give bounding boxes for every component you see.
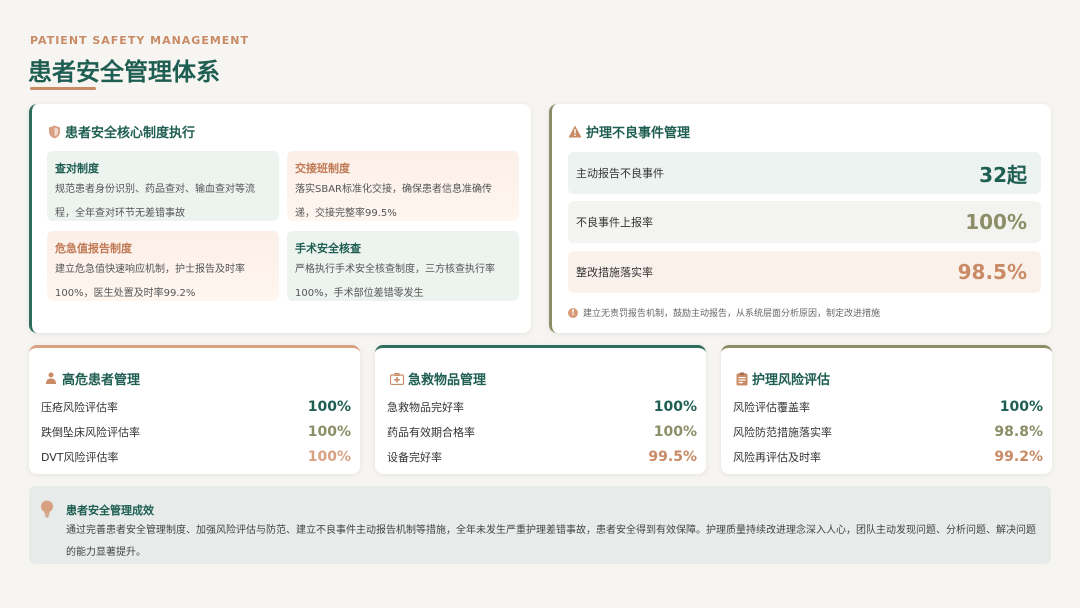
system-item-name: 危急值报告制度 (55, 242, 132, 255)
stat-value: 32起 (979, 162, 1027, 187)
metric-row: 风险再评估及时率 99.2% (733, 449, 1043, 465)
stat-row-rectification-rate: 整改措施落实率 98.5% (568, 251, 1041, 293)
system-item-surgical-check: 手术安全核查 严格执行手术安全核查制度，三方核查执行率100%，手术部位差错零发… (287, 231, 519, 301)
high-risk-title: 高危患者管理 (62, 373, 141, 388)
page-title: 患者安全管理体系 (28, 58, 220, 86)
risk-evaluation-title: 护理风险评估 (752, 373, 831, 388)
metric-value: 100% (653, 424, 697, 440)
stat-label: 主动报告不良事件 (576, 167, 664, 180)
metric-row: 风险防范措施落实率 98.8% (733, 424, 1043, 440)
system-item-handover: 交接班制度 落实SBAR标准化交接，确保患者信息准确传递，交接完整率99.5% (287, 151, 519, 221)
patient-icon (44, 372, 58, 385)
metric-row: 急救物品完好率 100% (387, 399, 697, 415)
metric-value: 100% (653, 399, 697, 415)
warning-icon (568, 125, 582, 138)
core-systems-title: 患者安全核心制度执行 (65, 126, 196, 141)
medkit-icon (390, 372, 404, 385)
metric-value: 99.2% (994, 449, 1043, 465)
high-risk-header: 高危患者管理 (44, 369, 140, 388)
summary-panel: 患者安全管理成效 通过完善患者安全管理制度、加强风险评估与防范、建立不良事件主动… (29, 486, 1051, 564)
summary-title: 患者安全管理成效 (66, 504, 154, 517)
metric-value: 99.5% (648, 449, 697, 465)
info-icon: ! (568, 307, 578, 318)
metric-label: 压疮风险评估率 (41, 401, 118, 414)
title-underline (30, 87, 96, 90)
adverse-events-title: 护理不良事件管理 (586, 126, 691, 141)
system-item-name: 查对制度 (55, 162, 99, 175)
system-item-desc: 落实SBAR标准化交接，确保患者信息准确传递，交接完整率99.5% (295, 184, 492, 219)
emergency-supplies-header: 急救物品管理 (390, 369, 486, 388)
stat-value: 98.5% (957, 260, 1027, 284)
metric-label: 药品有效期合格率 (387, 426, 475, 439)
metric-label: 风险再评估及时率 (733, 451, 821, 464)
core-systems-header: 患者安全核心制度执行 (48, 122, 195, 141)
system-item-desc: 规范患者身份识别、药品查对、输血查对等流程，全年查对环节无差错事故 (55, 184, 255, 219)
stat-label: 整改措施落实率 (576, 266, 653, 279)
metric-label: 设备完好率 (387, 451, 442, 464)
system-item-name: 交接班制度 (295, 162, 350, 175)
shield-icon (48, 125, 61, 139)
system-item-name: 手术安全核查 (295, 242, 361, 255)
metric-label: 跌倒坠床风险评估率 (41, 426, 140, 439)
metric-row: 压疮风险评估率 100% (41, 399, 351, 415)
stat-row-reported: 主动报告不良事件 32起 (568, 152, 1041, 194)
system-item-desc: 建立危急值快速响应机制，护士报告及时率100%，医生处置及时率99.2% (55, 264, 245, 299)
emergency-supplies-title: 急救物品管理 (408, 373, 487, 388)
system-item-critical-value: 危急值报告制度 建立危急值快速响应机制，护士报告及时率100%，医生处置及时率9… (47, 231, 279, 301)
stat-label: 不良事件上报率 (576, 216, 653, 229)
metric-value: 100% (307, 424, 351, 440)
metric-row: DVT风险评估率 100% (41, 449, 351, 465)
metric-value: 100% (999, 399, 1043, 415)
adverse-note: ! 建立无责罚报告机制，鼓励主动报告，从系统层面分析原因，制定改进措施 (568, 306, 880, 319)
metric-row: 药品有效期合格率 100% (387, 424, 697, 440)
adverse-events-header: 护理不良事件管理 (568, 122, 690, 141)
metric-label: DVT风险评估率 (41, 451, 119, 464)
stat-row-report-rate: 不良事件上报率 100% (568, 201, 1041, 243)
metric-value: 100% (307, 449, 351, 465)
stat-value: 100% (965, 210, 1027, 234)
metric-row: 风险评估覆盖率 100% (733, 399, 1043, 415)
metric-label: 风险评估覆盖率 (733, 401, 810, 414)
core-systems-card: 患者安全核心制度执行 查对制度 规范患者身份识别、药品查对、输血查对等流程，全年… (29, 104, 531, 333)
system-item-desc: 严格执行手术安全核查制度，三方核查执行率100%，手术部位差错零发生 (295, 264, 495, 299)
metric-row: 跌倒坠床风险评估率 100% (41, 424, 351, 440)
metric-value: 98.8% (994, 424, 1043, 440)
summary-text: 通过完善患者安全管理制度、加强风险评估与防范、建立不良事件主动报告机制等措施，全… (66, 525, 1036, 558)
adverse-events-card: 护理不良事件管理 主动报告不良事件 32起 不良事件上报率 100% 整改措施落… (549, 104, 1051, 333)
emergency-supplies-card: 急救物品管理 急救物品完好率 100% 药品有效期合格率 100% 设备完好率 … (375, 345, 706, 474)
risk-evaluation-card: 护理风险评估 风险评估覆盖率 100% 风险防范措施落实率 98.8% 风险再评… (721, 345, 1052, 474)
clipboard-icon (736, 372, 748, 386)
metric-label: 急救物品完好率 (387, 401, 464, 414)
metric-label: 风险防范措施落实率 (733, 426, 832, 439)
metric-value: 100% (307, 399, 351, 415)
high-risk-card: 高危患者管理 压疮风险评估率 100% 跌倒坠床风险评估率 100% DVT风险… (29, 345, 360, 474)
metric-row: 设备完好率 99.5% (387, 449, 697, 465)
lightbulb-icon (40, 500, 54, 518)
risk-evaluation-header: 护理风险评估 (736, 369, 830, 388)
page-eyebrow: PATIENT SAFETY MANAGEMENT (30, 34, 250, 47)
adverse-note-text: 建立无责罚报告机制，鼓励主动报告，从系统层面分析原因，制定改进措施 (583, 309, 881, 319)
system-item-check: 查对制度 规范患者身份识别、药品查对、输血查对等流程，全年查对环节无差错事故 (47, 151, 279, 221)
